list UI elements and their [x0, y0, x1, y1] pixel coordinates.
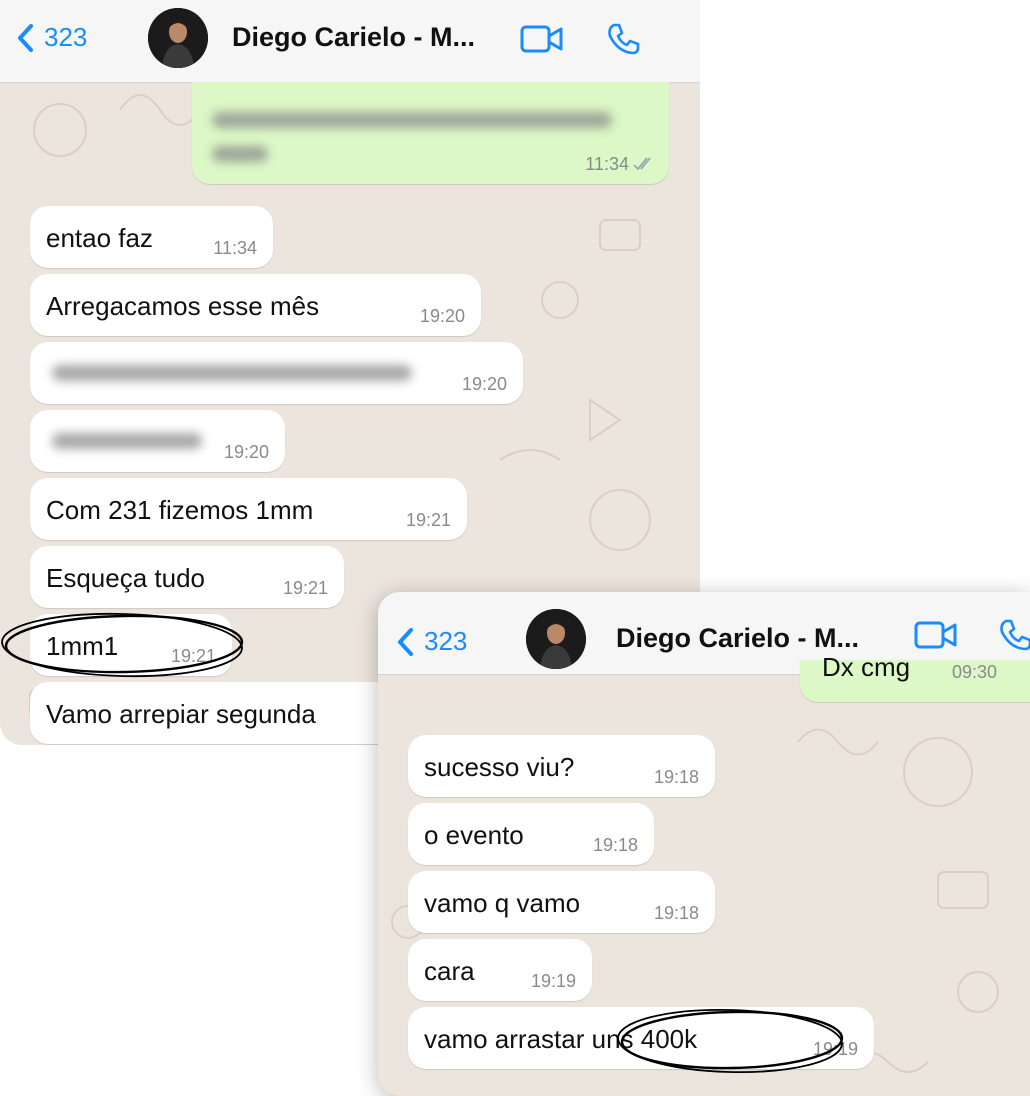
blurred-text	[212, 112, 612, 128]
incoming-message[interactable]: vamo q vamo 19:18	[408, 871, 715, 933]
incoming-message[interactable]: Vamo arrepiar segunda	[30, 682, 410, 744]
avatar[interactable]	[526, 609, 586, 669]
phone-icon[interactable]	[606, 22, 640, 61]
message-time: 19:19	[812, 1039, 858, 1059]
chat-header: 323 Diego Carielo - M...	[0, 0, 700, 83]
avatar-image	[148, 8, 208, 68]
video-camera-icon[interactable]	[520, 24, 564, 59]
chevron-left-icon	[398, 627, 413, 656]
unread-count: 323	[44, 22, 88, 52]
blurred-text	[212, 146, 268, 162]
incoming-message[interactable]: entao faz 11:34	[30, 206, 273, 268]
contact-name[interactable]: Diego Carielo - M...	[616, 623, 859, 654]
chevron-left-icon	[18, 23, 33, 52]
blurred-text	[52, 433, 202, 449]
message-text: Vamo arrepiar segunda	[46, 699, 316, 729]
message-time: 19:21	[170, 646, 216, 666]
phone-icon[interactable]	[998, 618, 1030, 657]
incoming-message[interactable]: Com 231 fizemos 1mm 19:21	[30, 478, 467, 540]
back-button[interactable]: 323	[396, 626, 467, 657]
incoming-message[interactable]: Arregacamos esse mês 19:20	[30, 274, 481, 336]
incoming-message[interactable]: sucesso viu? 19:18	[408, 735, 715, 797]
message-text: entao faz	[46, 223, 153, 253]
back-button[interactable]: 323	[16, 22, 87, 53]
blurred-text	[52, 365, 412, 381]
message-text: o evento	[424, 820, 524, 850]
message-time: 19:20	[461, 374, 507, 394]
message-time: 19:18	[653, 767, 699, 787]
message-text: Com 231 fizemos 1mm	[46, 495, 314, 525]
message-text: Dx cmg	[822, 652, 911, 682]
message-time: 11:34	[585, 154, 629, 174]
message-time: 19:21	[405, 510, 451, 530]
message-time: 11:34	[213, 238, 257, 258]
message-time: 19:19	[530, 971, 576, 991]
avatar[interactable]	[148, 8, 208, 68]
message-text: vamo q vamo	[424, 888, 581, 918]
message-text: Arregacamos esse mês	[46, 291, 320, 321]
message-time: 19:18	[592, 835, 638, 855]
contact-name[interactable]: Diego Carielo - M...	[232, 22, 475, 53]
incoming-message[interactable]: 19:20	[30, 342, 523, 404]
message-time: 19:20	[419, 306, 465, 326]
avatar-image	[526, 609, 586, 669]
message-time: 19:18	[653, 903, 699, 923]
incoming-message[interactable]: 1mm1 19:21	[30, 614, 232, 676]
incoming-message[interactable]: cara 19:19	[408, 939, 592, 1001]
message-time: 19:20	[223, 442, 269, 462]
video-camera-icon[interactable]	[914, 620, 958, 655]
message-text: Esqueça tudo	[46, 563, 206, 593]
chat-screenshot-2: 323 Diego Carielo - M... Dx cmg 09:30 su…	[378, 592, 1030, 1096]
outgoing-message[interactable]: 11:34	[192, 82, 669, 184]
incoming-message[interactable]: Esqueça tudo 19:21	[30, 546, 344, 608]
outgoing-message[interactable]: Dx cmg 09:30	[800, 652, 1030, 702]
message-text: cara	[424, 956, 475, 986]
incoming-message[interactable]: o evento 19:18	[408, 803, 654, 865]
message-time: 09:30	[952, 662, 998, 682]
message-text: 1mm1	[46, 631, 119, 661]
incoming-message[interactable]: 19:20	[30, 410, 285, 472]
message-time: 19:21	[282, 578, 328, 598]
incoming-message[interactable]: vamo arrastar uns 400k 19:19	[408, 1007, 874, 1069]
message-text: sucesso viu?	[424, 752, 575, 782]
message-text: vamo arrastar uns 400k	[424, 1024, 698, 1054]
unread-count: 323	[424, 626, 468, 656]
read-ticks-icon	[633, 157, 651, 171]
